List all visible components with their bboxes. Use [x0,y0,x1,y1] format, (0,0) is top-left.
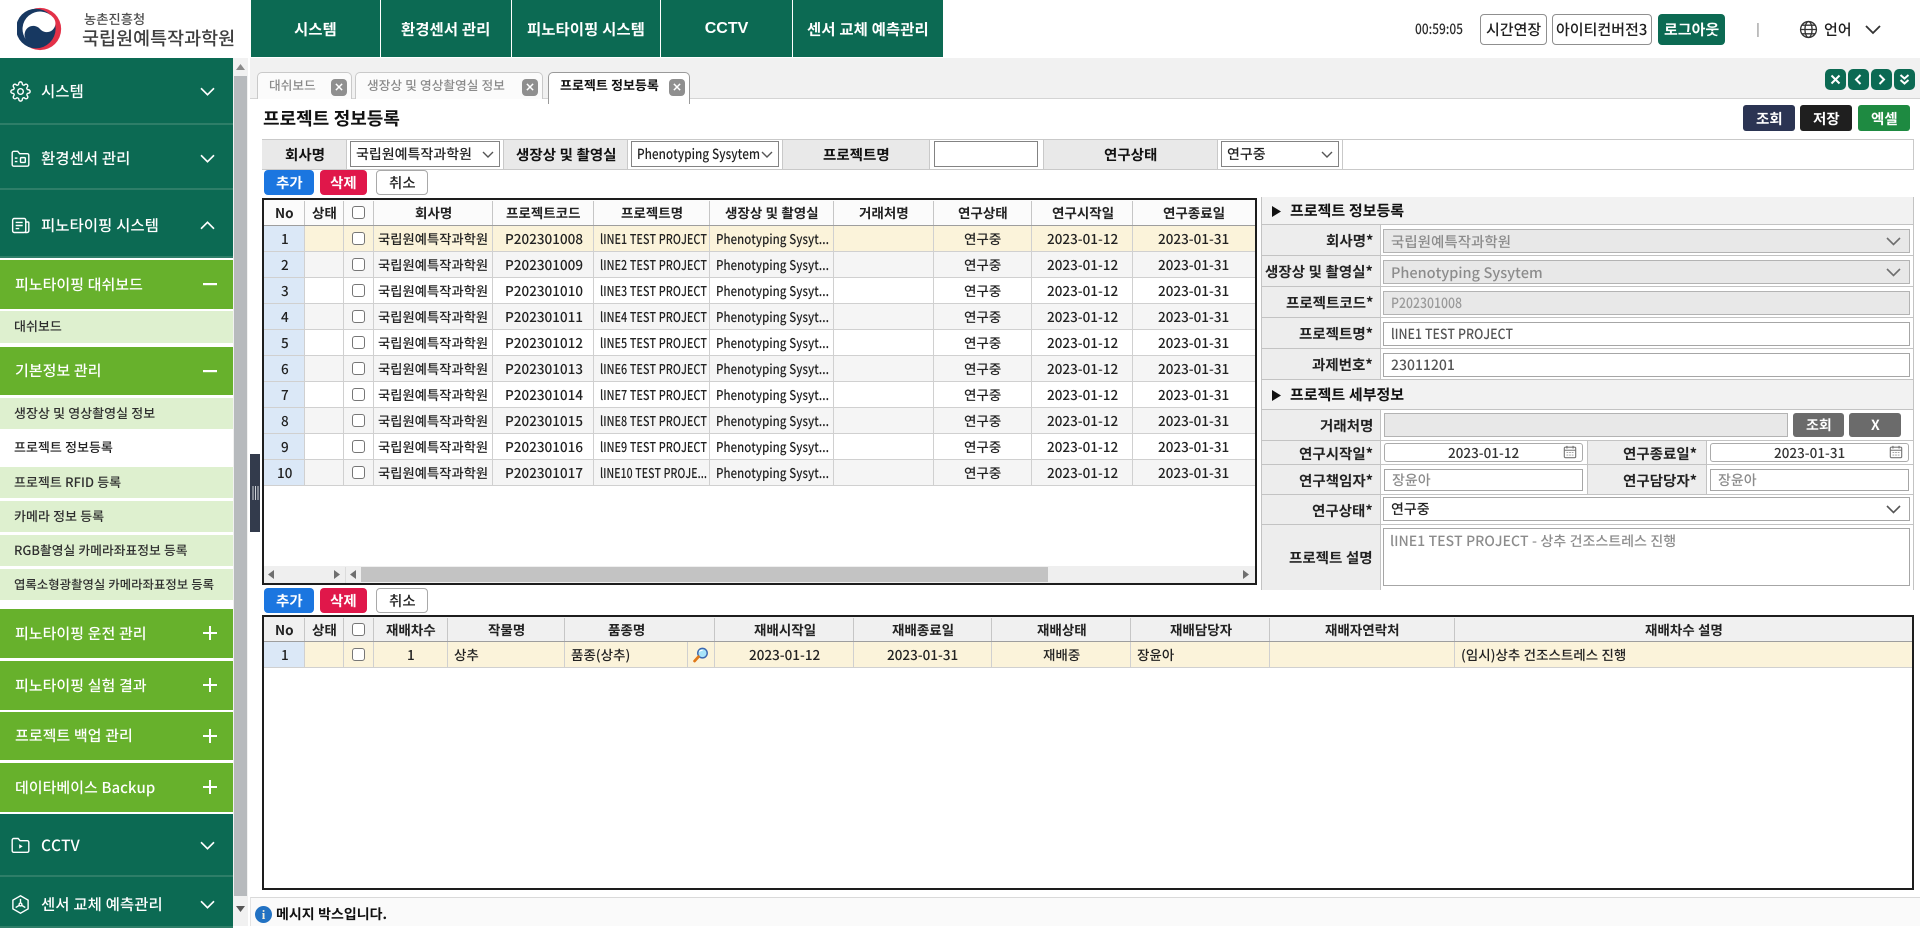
svg-text:i: i [262,908,266,922]
